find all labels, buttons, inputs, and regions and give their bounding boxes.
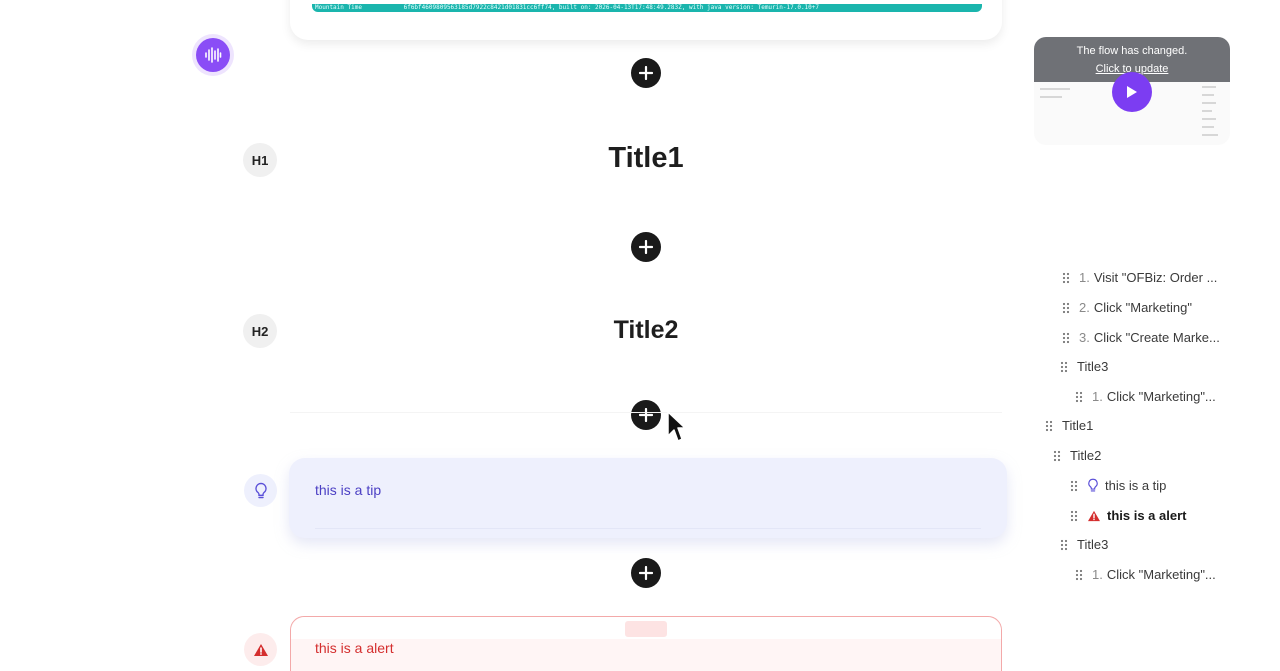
outline-item-label: Title3 [1077, 537, 1109, 552]
flow-changed-message: The flow has changed. [1076, 45, 1188, 57]
outline-item[interactable]: 1. Visit "OFBiz: Order ... [1062, 270, 1217, 285]
outline-item[interactable]: Title2 [1053, 448, 1101, 463]
outline-item-number: 3. [1079, 330, 1090, 345]
outline-item[interactable]: Title3 [1060, 359, 1108, 374]
voice-button[interactable] [196, 38, 230, 72]
add-block-button[interactable] [631, 232, 661, 262]
warning-icon [253, 643, 268, 656]
screenshot-info-strip: Mountain Time 6f6bf4609809563185d7922c84… [312, 4, 982, 12]
plus-icon [639, 240, 653, 254]
play-button[interactable] [1112, 72, 1152, 112]
outline-item-label: Click "Marketing"... [1106, 567, 1216, 582]
heading-title-2[interactable]: Title2 [290, 316, 1002, 345]
play-icon [1127, 86, 1137, 98]
outline-item-label: Title3 [1077, 359, 1109, 374]
outline-item-label: Click "Create Marke... [1093, 330, 1220, 345]
heading-level-badge[interactable]: H2 [243, 314, 277, 348]
build-info-text: 6f6bf4609809563185d7922c8421d01831cc6ff7… [403, 4, 820, 11]
alert-block[interactable] [290, 616, 1002, 671]
outline-item-label: Title1 [1062, 418, 1094, 433]
add-block-button[interactable] [631, 400, 661, 430]
drag-handle-icon[interactable] [1075, 569, 1083, 581]
alert-text[interactable]: this is a alert [315, 640, 394, 656]
add-block-button[interactable] [631, 58, 661, 88]
outline-item[interactable]: Title3 [1060, 537, 1108, 552]
plus-icon [639, 566, 653, 580]
mouse-cursor-icon [666, 410, 686, 449]
lightbulb-icon [1088, 478, 1098, 492]
divider [290, 412, 1002, 413]
outline-item-label: Title2 [1070, 448, 1102, 463]
drag-handle-icon[interactable] [1070, 480, 1078, 492]
outline-item[interactable]: Title1 [1045, 418, 1093, 433]
heading-title-1[interactable]: Title1 [290, 142, 1002, 175]
add-block-button[interactable] [631, 558, 661, 588]
tip-type-button[interactable] [244, 474, 277, 507]
tip-text[interactable]: this is a tip [315, 482, 381, 498]
alert-type-button[interactable] [244, 633, 277, 666]
heading-level-badge[interactable]: H1 [243, 143, 277, 177]
drag-handle-icon[interactable] [1062, 332, 1070, 344]
outline-item-label: Click "Marketing"... [1106, 389, 1216, 404]
outline-item-label: Click "Marketing" [1093, 300, 1192, 315]
outline-item[interactable]: this is a tip [1070, 478, 1166, 493]
outline-item-label: this is a alert [1107, 508, 1187, 523]
outline-item[interactable]: 2. Click "Marketing" [1062, 300, 1192, 315]
drag-handle-icon[interactable] [1060, 539, 1068, 551]
outline-item[interactable]: 3. Click "Create Marke... [1062, 330, 1220, 345]
plus-icon [639, 408, 653, 422]
outline-item[interactable]: 1. Click "Marketing"... [1075, 567, 1216, 582]
outline-item-number: 1. [1092, 567, 1103, 582]
outline-item[interactable]: this is a alert [1070, 508, 1186, 523]
outline-item-label: Visit "OFBiz: Order ... [1093, 270, 1218, 285]
timezone-text: Mountain Time [315, 4, 362, 11]
drag-handle-icon[interactable] [1062, 272, 1070, 284]
outline-item-number: 2. [1079, 300, 1090, 315]
audio-waveform-icon [205, 47, 222, 63]
drag-handle-icon[interactable] [1070, 510, 1078, 522]
drag-handle-icon[interactable] [1053, 450, 1061, 462]
tip-block[interactable] [289, 458, 1007, 538]
drag-handle-icon[interactable] [1062, 302, 1070, 314]
drag-handle-icon[interactable] [1060, 361, 1068, 373]
lightbulb-icon [254, 482, 267, 498]
outline-item[interactable]: 1. Click "Marketing"... [1075, 389, 1216, 404]
outline-item-number: 1. [1092, 389, 1103, 404]
outline-item-label: this is a tip [1105, 478, 1167, 493]
drag-handle-icon[interactable] [1075, 391, 1083, 403]
drag-handle-icon[interactable] [1045, 420, 1053, 432]
outline-item-number: 1. [1079, 270, 1090, 285]
warning-icon [1088, 510, 1100, 521]
plus-icon [639, 66, 653, 80]
